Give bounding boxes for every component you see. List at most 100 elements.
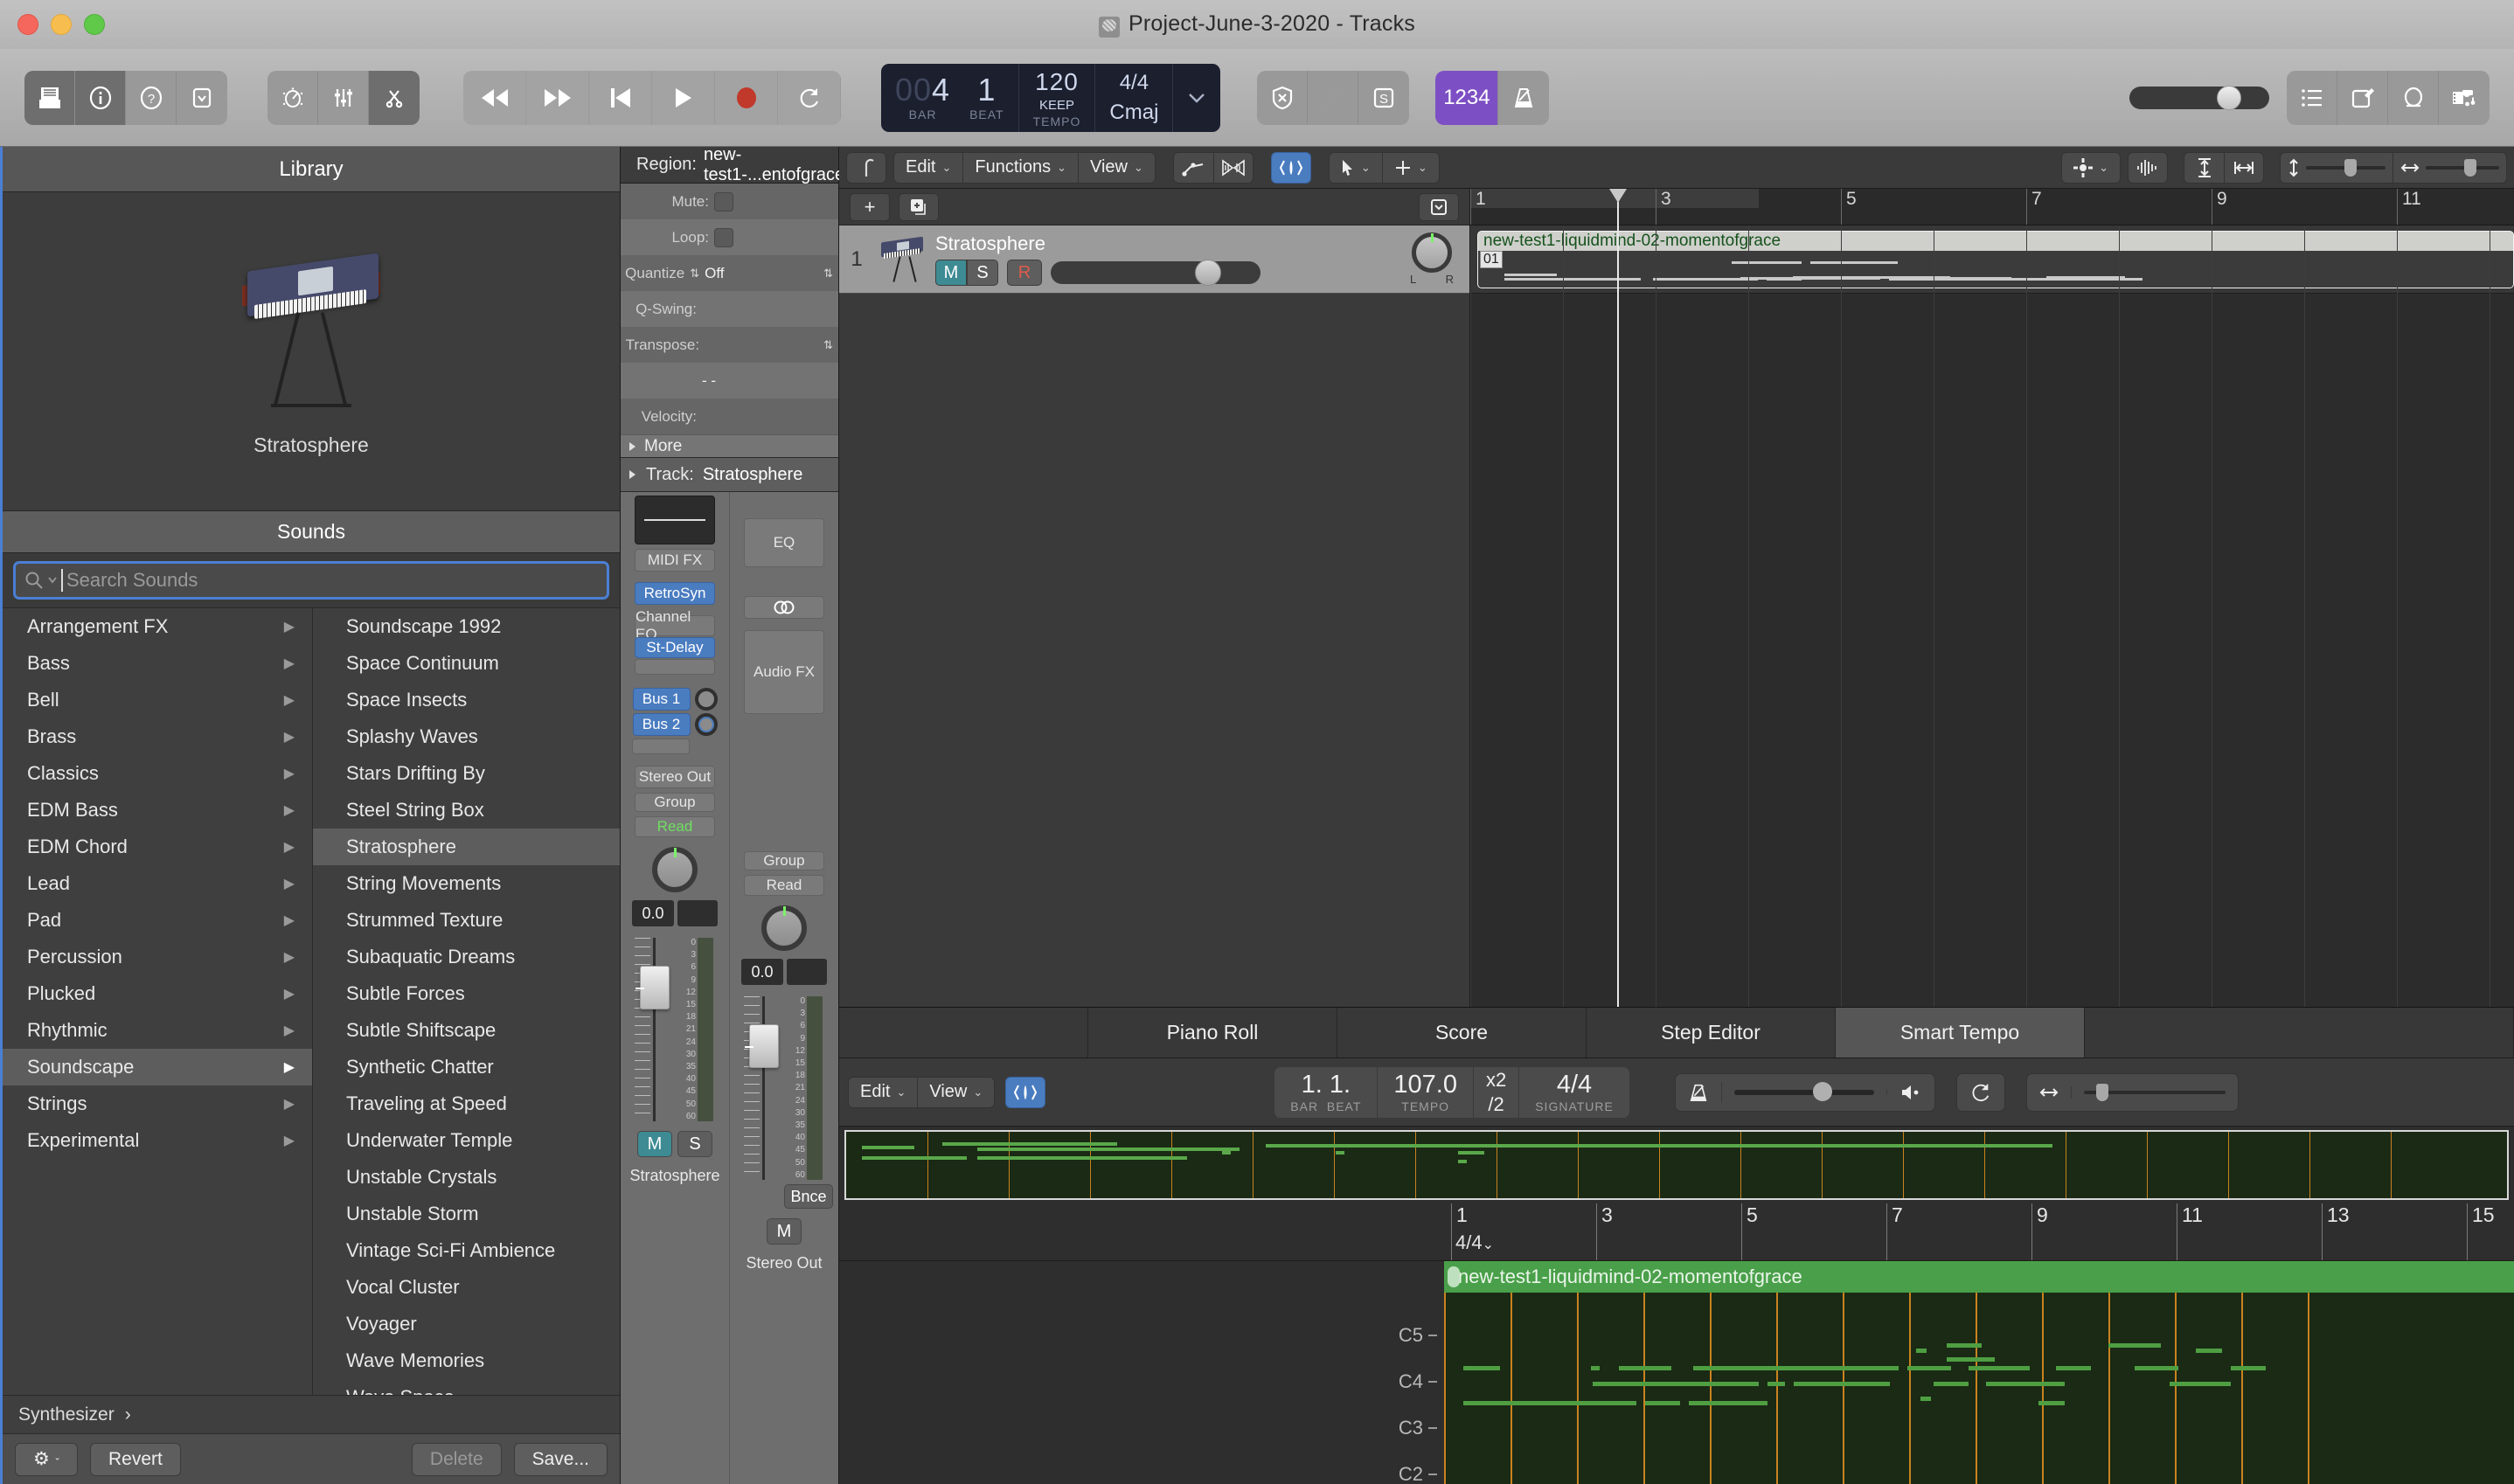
editor-position[interactable]: 1. 1. BAR BEAT [1274, 1067, 1378, 1118]
group-slot[interactable]: Group [635, 793, 715, 812]
editor-cycle-control[interactable] [1956, 1073, 2005, 1112]
midi-note[interactable] [2108, 1343, 2161, 1348]
lcd-position[interactable]: 004 BAR 1 BEAT [881, 64, 1019, 132]
region-more-toggle[interactable]: More [621, 434, 838, 457]
setting-slot[interactable] [635, 496, 715, 544]
midi-note[interactable] [2135, 1366, 2178, 1370]
editor-metronome-volume[interactable] [1675, 1073, 1935, 1112]
master-mute-button[interactable]: M [767, 1218, 802, 1245]
midi-note[interactable] [1463, 1366, 1500, 1370]
editor-zoom-control[interactable] [2026, 1073, 2239, 1112]
volume-fader[interactable] [635, 938, 673, 1121]
inspector-param-row[interactable]: Velocity: [621, 399, 838, 434]
inspector-param-row[interactable]: Loop: [621, 219, 838, 255]
midi-note[interactable] [1986, 1382, 2065, 1386]
track-mute-solo[interactable]: M S [935, 260, 998, 286]
window-controls[interactable] [17, 14, 105, 35]
send-level-knob-1[interactable] [695, 688, 718, 711]
midi-note[interactable] [2170, 1382, 2231, 1386]
note-grid[interactable] [1444, 1261, 2514, 1484]
editor-tab[interactable]: Score [1337, 1008, 1587, 1058]
editor-signature[interactable]: 4/4 SIGNATURE [1519, 1067, 1629, 1118]
library-sound-item[interactable]: Unstable Crystals [313, 1159, 620, 1196]
audio-fx-slot[interactable]: Audio FX [744, 630, 824, 714]
vertical-zoom-slider[interactable] [2280, 152, 2393, 184]
master-pan-value[interactable]: 0.0 [741, 959, 783, 985]
library-category-item[interactable]: Rhythmic▶ [3, 1012, 312, 1049]
audio-fx-slot-empty[interactable]: . [635, 659, 715, 675]
library-sound-item[interactable]: Stars Drifting By [313, 755, 620, 792]
send-slot-empty[interactable]: . [632, 739, 690, 754]
fit-group[interactable] [2184, 152, 2264, 184]
master-volume-fader[interactable] [744, 996, 782, 1180]
bounce-button[interactable]: Bnce [784, 1184, 833, 1209]
track-header-config-icon[interactable] [1419, 193, 1459, 221]
midi-note[interactable] [2196, 1349, 2222, 1353]
inspector-icon[interactable] [75, 71, 126, 125]
fit-horizontally-icon[interactable] [2224, 152, 2264, 184]
editor-tempo-multiplier[interactable]: x2 /2 [1474, 1067, 1519, 1118]
record-button[interactable] [715, 71, 778, 125]
editor-overview[interactable] [844, 1130, 2509, 1200]
solo-icon[interactable]: S [1358, 71, 1409, 125]
library-sound-item[interactable]: Synthetic Chatter [313, 1049, 620, 1085]
library-category-item[interactable]: Pad▶ [3, 902, 312, 939]
automation-mode[interactable]: Read [635, 816, 715, 837]
midi-note[interactable] [1947, 1343, 1982, 1348]
midi-note[interactable] [1920, 1397, 1931, 1401]
view-toggle-group[interactable]: ? [24, 71, 227, 125]
media-browser-icon[interactable] [2439, 71, 2490, 125]
midi-note[interactable] [1514, 1401, 1593, 1405]
editor-menus[interactable]: Edit ⌄ View ⌄ [848, 1077, 995, 1108]
editor-metronome-icon[interactable] [1676, 1082, 1722, 1103]
low-latency-icon[interactable] [1257, 71, 1308, 125]
editor-cycle-icon[interactable] [1957, 1082, 2004, 1103]
library-sound-item[interactable]: Splashy Waves [313, 718, 620, 755]
lcd-display[interactable]: 004 BAR 1 BEAT 120 KEEP TEMPO 4/4 Cmaj [881, 64, 1220, 132]
snap-to-grid-icon[interactable] [1271, 152, 1311, 184]
midi-note[interactable] [1864, 1366, 1899, 1370]
count-in-button[interactable]: 1234 [1435, 71, 1498, 125]
delete-button[interactable]: Delete [412, 1443, 502, 1476]
library-sound-item[interactable]: Subtle Forces [313, 975, 620, 1012]
param-value[interactable]: Off [705, 265, 818, 282]
editor-tab[interactable]: Step Editor [1587, 1008, 1836, 1058]
zoom-group[interactable] [2280, 152, 2507, 184]
library-sound-item[interactable]: Traveling at Speed [313, 1085, 620, 1122]
midi-note[interactable] [1645, 1401, 1680, 1405]
library-sound-item[interactable]: Wave Space [313, 1379, 620, 1395]
solo-button[interactable]: S [677, 1131, 712, 1157]
speaker-icon[interactable] [1887, 1083, 1934, 1102]
count-in-metronome-group[interactable]: 1234 [1435, 71, 1549, 125]
library-sound-item[interactable]: Unstable Storm [313, 1196, 620, 1232]
instrument-slot[interactable]: RetroSyn [635, 582, 715, 605]
library-sound-item[interactable]: Steel String Box [313, 792, 620, 829]
navigate-up-icon[interactable] [846, 152, 886, 184]
master-volume-slider[interactable] [2129, 87, 2269, 109]
midi-note[interactable] [1645, 1366, 1671, 1370]
eq-slot[interactable]: EQ [744, 518, 824, 567]
playhead[interactable] [1617, 189, 1619, 1007]
editor-volume-slider[interactable] [1722, 1090, 1887, 1095]
inspector-param-row[interactable]: Transpose:⇅ [621, 327, 838, 363]
midi-note[interactable] [1689, 1401, 1741, 1405]
editor-menu-view[interactable]: View ⌄ [917, 1077, 995, 1108]
mode-toggle-group[interactable]: S [1257, 71, 1409, 125]
editor-tabs[interactable]: Piano RollScoreStep EditorSmart Tempo [839, 1008, 2514, 1058]
region-inspector-header[interactable]: Region: new-test1-...entofgrace [621, 147, 838, 184]
param-menu-stepper-icon[interactable]: ⇅ [823, 267, 833, 281]
library-settings-button[interactable]: ⚙ [15, 1443, 78, 1476]
track-inspector-header[interactable]: Track: Stratosphere [621, 457, 838, 492]
menu-edit[interactable]: Edit ⌄ [893, 152, 962, 184]
rewind-button[interactable] [463, 71, 526, 125]
master-volume-knob[interactable] [2217, 86, 2241, 110]
send-slot-2[interactable]: Bus 2 [633, 713, 691, 736]
library-sound-item[interactable]: Soundscape 1992 [313, 608, 620, 645]
forward-button[interactable] [526, 71, 589, 125]
metronome-button[interactable] [1498, 71, 1549, 125]
send-slot-1[interactable]: Bus 1 [633, 688, 691, 711]
track-settings-icon[interactable]: ⌄ [2061, 152, 2121, 184]
pan-value-secondary[interactable] [677, 900, 718, 926]
tuner-icon[interactable] [1308, 71, 1358, 125]
automation-icon[interactable] [1173, 152, 1213, 184]
